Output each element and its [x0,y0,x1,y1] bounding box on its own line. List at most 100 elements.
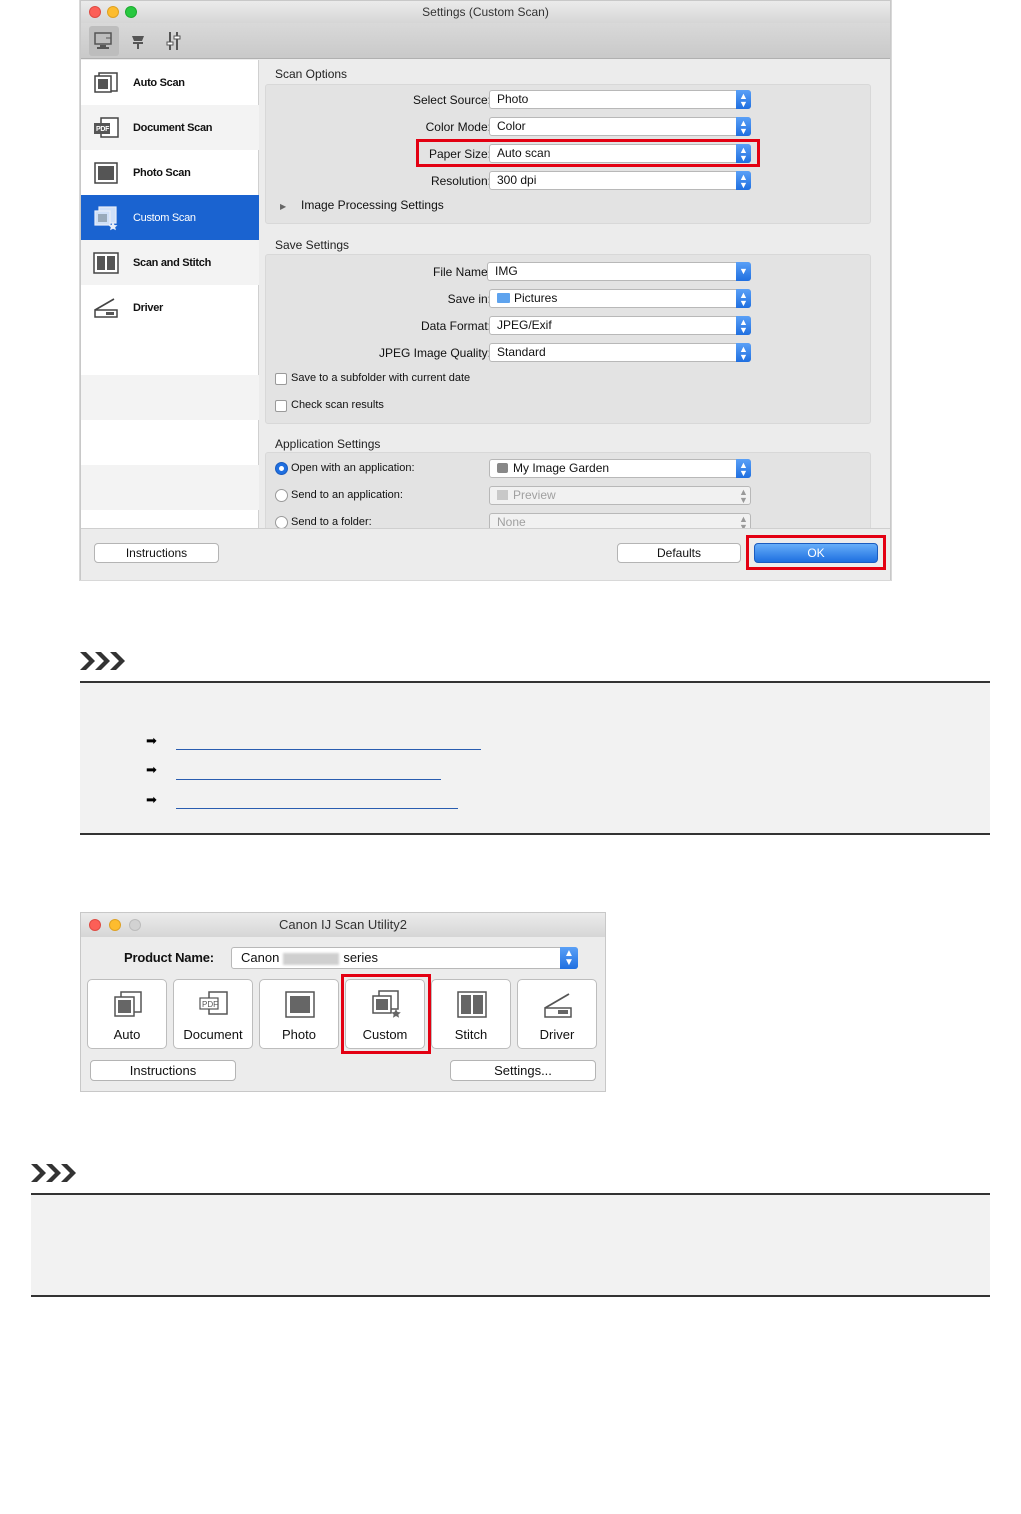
send-to-folder-value: None [497,515,526,528]
scan-from-panel-icon[interactable] [123,26,153,56]
save-settings-heading: Save Settings [275,238,350,252]
send-to-folder-row: None ▲ ▼ [263,512,883,528]
file-name-label: File Name: [432,265,491,279]
sidebar-item-label: Photo Scan [133,166,191,179]
subfolder-checkbox-label: Save to a subfolder with current date [291,372,471,384]
window-title: Settings (Custom Scan) [422,5,549,19]
select-source-value: Photo [497,92,529,106]
ok-button-highlight [746,535,886,570]
data-format-label: Data Format: [420,319,491,333]
resolution-label: Resolution: [430,174,491,188]
scan-utility-titlebar: Canon IJ Scan Utility2 [81,913,605,937]
photo-icon [280,989,320,1021]
settings-toolbar [81,23,890,59]
sidebar-item-label: Auto Scan [133,76,185,89]
open-with-app-dropdown[interactable]: My Image Garden ▲ ▼ [489,459,751,478]
sidebar-empty-row [81,375,259,420]
sidebar-item-custom-scan[interactable]: Custom Scan [81,195,259,240]
sidebar-item-auto-scan[interactable]: Auto Scan [81,60,259,105]
zoom-window-button[interactable] [125,6,137,18]
sidebar-item-label: Driver [133,301,163,314]
data-format-dropdown[interactable]: JPEG/Exif ▲ ▼ [489,316,751,335]
send-to-app-dropdown[interactable]: Preview ▲ ▼ [489,486,751,505]
chevron-up-down-icon: ▲ ▼ [739,487,748,505]
chevron-up-down-icon: ▲ ▼ [736,171,751,190]
jpeg-quality-dropdown[interactable]: Standard ▲ ▼ [489,343,751,362]
save-in-row: Save in: Pictures ▲ ▼ [263,288,883,310]
reference-link-2[interactable] [176,779,441,780]
scan-utility-window: Canon IJ Scan Utility2 Product Name: Can… [80,912,606,1092]
resolution-dropdown[interactable]: 300 dpi ▲ ▼ [489,171,751,190]
note-icon [80,652,130,670]
scan-from-computer-icon[interactable] [89,26,119,56]
send-to-folder-dropdown[interactable]: None ▲ ▼ [489,513,751,528]
sidebar-item-photo-scan[interactable]: Photo Scan [81,150,259,195]
color-mode-label: Color Mode: [425,120,491,134]
instructions-button[interactable]: Instructions [90,1060,236,1081]
defaults-button[interactable]: Defaults [617,543,741,563]
product-name-label: Product Name: [124,950,214,965]
general-settings-icon[interactable] [159,26,189,56]
sidebar-item-driver[interactable]: Driver [81,285,259,330]
zoom-window-button[interactable] [129,919,141,931]
data-format-row: Data Format: JPEG/Exif ▲ ▼ [263,315,883,337]
reference-link-1[interactable] [176,749,481,750]
tile-label: Document [183,1027,243,1042]
minimize-window-button[interactable] [107,6,119,18]
my-image-garden-icon [497,463,508,473]
sidebar-item-label: Custom Scan [133,211,196,224]
disclosure-triangle-icon[interactable]: ▶ [280,202,286,211]
file-name-value: IMG [495,264,518,278]
driver-tile[interactable]: Driver [517,979,597,1049]
data-format-value: JPEG/Exif [497,318,552,332]
check-scan-results-checkbox[interactable] [275,400,287,412]
tile-label: Photo [282,1027,316,1042]
stitch-icon [452,989,492,1021]
chevron-down-icon: ▼ [736,262,751,281]
settings-titlebar: Settings (Custom Scan) [81,1,890,23]
redacted-model [283,952,340,965]
color-mode-dropdown[interactable]: Color ▲ ▼ [489,117,751,136]
resolution-row: Resolution: 300 dpi ▲ ▼ [263,170,883,192]
instructions-button[interactable]: Instructions [94,543,219,563]
reference-link-3[interactable] [176,808,458,809]
sidebar-item-document-scan[interactable]: PDF Document Scan [81,105,259,150]
sidebar-item-scan-and-stitch[interactable]: Scan and Stitch [81,240,259,285]
document-scan-tile[interactable]: PDF Document [173,979,253,1049]
product-name-dropdown[interactable]: Canon series ▲ ▼ [231,947,578,969]
subfolder-checkbox[interactable] [275,373,287,385]
file-name-combobox[interactable]: IMG ▼ [487,262,751,281]
close-window-button[interactable] [89,919,101,931]
window-title: Canon IJ Scan Utility2 [279,917,407,932]
tile-label: Auto [113,1027,141,1042]
chevron-up-down-icon: ▲ ▼ [560,947,578,969]
image-processing-settings-toggle[interactable]: Image Processing Settings [301,198,444,212]
jpeg-quality-label: JPEG Image Quality: [378,346,491,360]
sidebar-item-label: Document Scan [133,121,213,134]
auto-scan-tile[interactable]: Auto [87,979,167,1049]
application-settings-heading: Application Settings [275,437,381,451]
note-bottom-rule [80,833,990,835]
send-to-app-row: Preview ▲ ▼ [263,485,883,507]
check-scan-results-label: Check scan results [291,399,384,411]
photo-scan-tile[interactable]: Photo [259,979,339,1049]
select-source-row: Select Source: Photo ▲ ▼ [263,89,883,111]
svg-text:PDF: PDF [96,126,110,133]
minimize-window-button[interactable] [109,919,121,931]
settings-button[interactable]: Settings... [450,1060,596,1081]
chevron-up-down-icon: ▲ ▼ [736,90,751,109]
select-source-dropdown[interactable]: Photo ▲ ▼ [489,90,751,109]
stitch-scan-tile[interactable]: Stitch [431,979,511,1049]
auto-scan-icon [108,989,148,1021]
tile-label: Stitch [454,1027,488,1042]
arrow-right-icon: ➡ [146,733,157,748]
select-source-label: Select Source: [412,93,491,107]
sidebar-item-label: Scan and Stitch [133,256,212,269]
driver-icon [91,293,121,323]
jpeg-quality-row: JPEG Image Quality: Standard ▲ ▼ [263,342,883,364]
save-in-dropdown[interactable]: Pictures ▲ ▼ [489,289,751,308]
arrow-right-icon: ➡ [146,762,157,777]
scan-mode-sidebar: Auto Scan PDF Document Scan Photo Scan C… [81,60,259,528]
auto-scan-icon [91,68,121,98]
close-window-button[interactable] [89,6,101,18]
